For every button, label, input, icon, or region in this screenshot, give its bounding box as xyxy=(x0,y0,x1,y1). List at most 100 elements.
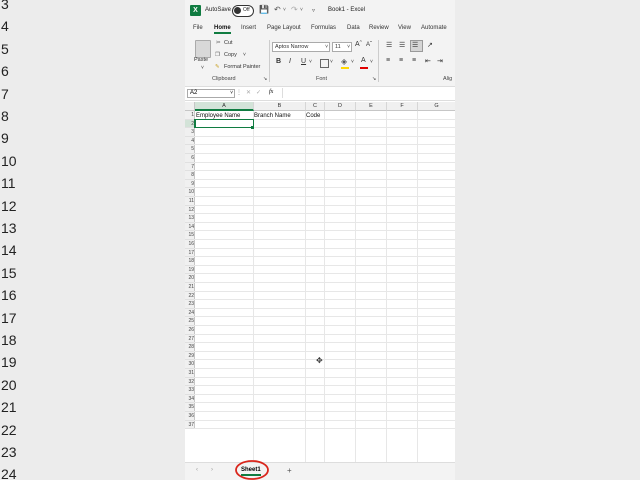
grid-line xyxy=(417,111,418,462)
cell-c1[interactable]: Code xyxy=(306,113,320,119)
font-name-value: Aptos Narrow xyxy=(275,44,309,50)
chevron-down-icon[interactable]: ˅ xyxy=(283,7,286,13)
ribbon-tabs: File Home Insert Page Layout Formulas Da… xyxy=(185,22,455,36)
insert-function-button[interactable]: fx xyxy=(269,89,273,95)
chevron-down-icon[interactable]: ˅ xyxy=(243,52,246,58)
orientation-icon[interactable]: ↗ xyxy=(427,41,433,49)
clipboard-paste-icon[interactable] xyxy=(195,40,211,58)
column-header-f[interactable]: F xyxy=(387,102,418,111)
chevron-down-icon[interactable]: ˅ xyxy=(330,59,333,65)
scroll-left-icon[interactable]: ‹ xyxy=(196,467,198,473)
name-box-value: A2 xyxy=(190,90,198,96)
align-right-icon[interactable]: ≡ xyxy=(412,57,416,64)
background-row-number: 16 xyxy=(1,287,17,304)
cut-button[interactable]: Cut xyxy=(224,40,233,46)
cancel-entry-icon[interactable]: ✕ xyxy=(246,89,251,96)
background-row-number: 24 xyxy=(1,466,17,480)
background-row-number: 21 xyxy=(1,399,17,416)
tab-data[interactable]: Data xyxy=(347,25,360,31)
column-header-b[interactable]: B xyxy=(254,102,306,111)
decrease-font-icon[interactable]: Aˇ xyxy=(366,42,372,48)
dialog-launcher-icon[interactable]: ↘ xyxy=(372,76,376,82)
align-bottom-button[interactable]: ☰ xyxy=(410,40,423,52)
italic-button[interactable]: I xyxy=(289,58,291,65)
tab-insert[interactable]: Insert xyxy=(241,25,256,31)
column-header-a[interactable]: A xyxy=(195,102,254,111)
font-name-dropdown[interactable]: Aptos Narrow ˅ xyxy=(272,42,330,52)
tab-page-layout[interactable]: Page Layout xyxy=(267,25,301,31)
background-row-number: 5 xyxy=(1,40,9,57)
tab-formulas[interactable]: Formulas xyxy=(311,25,336,31)
borders-icon[interactable] xyxy=(320,59,329,68)
confirm-entry-icon[interactable]: ✓ xyxy=(256,89,261,96)
background-left: 3 4 5 6 7 8 9 10 11 12 13 14 15 16 17 18 19 20 21 22 23 24 xyxy=(0,0,185,480)
formula-input[interactable] xyxy=(282,88,453,98)
paintbrush-icon[interactable]: ✎ xyxy=(215,64,220,70)
tab-review[interactable]: Review xyxy=(369,25,389,31)
chevron-down-icon[interactable]: ˅ xyxy=(300,7,303,13)
toggle-knob xyxy=(234,7,241,14)
chevron-down-icon[interactable]: ˅ xyxy=(201,65,204,71)
paste-label[interactable]: Paste xyxy=(194,57,208,63)
background-row-number: 11 xyxy=(1,175,16,192)
align-left-icon[interactable]: ≡ xyxy=(386,57,390,64)
active-cell-a2[interactable] xyxy=(194,119,254,128)
chevron-down-icon: ˅ xyxy=(347,44,350,50)
save-icon[interactable]: 💾 xyxy=(259,5,269,14)
align-center-icon[interactable]: ≡ xyxy=(399,57,403,64)
chevron-down-icon: ˅ xyxy=(230,90,233,96)
name-box[interactable]: A2 ˅ xyxy=(187,89,235,98)
select-all-corner[interactable] xyxy=(185,102,195,111)
bold-button[interactable]: B xyxy=(276,58,281,65)
chevron-down-icon[interactable]: ˅ xyxy=(370,59,373,65)
dialog-launcher-icon[interactable]: ↘ xyxy=(263,76,267,82)
tab-automate[interactable]: Automate xyxy=(421,25,447,31)
fill-color-icon[interactable]: ◈ xyxy=(341,57,347,66)
decrease-indent-icon[interactable]: ⇤ xyxy=(425,57,431,65)
font-group-label: Font xyxy=(316,76,328,82)
formula-bar: A2 ˅ ⋮ ✕ ✓ fx xyxy=(185,87,455,101)
excel-logo-icon: X xyxy=(190,5,201,16)
cell-b1[interactable]: Branch Name xyxy=(254,113,291,119)
background-row-number: 8 xyxy=(1,108,9,124)
background-row-number: 6 xyxy=(1,63,9,80)
column-header-c[interactable]: C xyxy=(306,102,325,111)
scroll-right-icon[interactable]: › xyxy=(211,467,213,473)
background-row-number: 23 xyxy=(1,444,17,460)
format-painter-button[interactable]: Format Painter xyxy=(224,64,260,70)
customize-toolbar-icon[interactable]: ▿ xyxy=(312,7,315,14)
align-top-icon[interactable]: ☰ xyxy=(386,41,392,49)
column-header-e[interactable]: E xyxy=(356,102,387,111)
grid-line xyxy=(386,111,387,462)
copy-button[interactable]: Copy xyxy=(224,52,237,58)
font-color-icon[interactable]: A xyxy=(361,57,366,64)
background-row-number: 15 xyxy=(1,264,17,281)
font-size-value: 11 xyxy=(335,44,341,50)
align-middle-icon[interactable]: ☰ xyxy=(399,41,405,49)
increase-font-icon[interactable]: Aˆ xyxy=(355,41,362,48)
copy-icon[interactable]: ❐ xyxy=(215,52,220,58)
more-options-icon[interactable]: ⋮ xyxy=(236,89,242,96)
worksheet-grid[interactable]: A B C D E F G 1 2 3 4 5 6 7 8 9 10 11 12 13 14 15 16 17 1… xyxy=(185,102,455,462)
tab-view[interactable]: View xyxy=(398,25,411,31)
chevron-down-icon[interactable]: ˅ xyxy=(351,59,354,65)
tab-home[interactable]: Home xyxy=(214,25,231,34)
autosave-toggle[interactable]: Off xyxy=(232,5,254,17)
underline-button[interactable]: U xyxy=(301,58,306,65)
redo-icon[interactable]: ↷ xyxy=(291,5,298,14)
background-row-number: 17 xyxy=(1,309,17,326)
ribbon-home: Paste ˅ ✂ Cut ❐ Copy ˅ ✎ Format Painter … xyxy=(185,36,455,87)
undo-icon[interactable]: ↶ xyxy=(274,5,281,14)
tab-file[interactable]: File xyxy=(193,25,203,31)
increase-indent-icon[interactable]: ⇥ xyxy=(437,57,443,65)
background-row-number: 7 xyxy=(1,85,9,102)
scissors-icon[interactable]: ✂ xyxy=(216,40,221,46)
add-sheet-icon[interactable]: + xyxy=(287,466,292,475)
column-header-g[interactable]: G xyxy=(418,102,455,111)
title-bar: X AutoSave Off 💾 ↶ ˅ ↷ ˅ ▿ Book1 - Excel xyxy=(185,0,455,22)
font-size-dropdown[interactable]: 11 ˅ xyxy=(332,42,352,52)
excel-window: X AutoSave Off 💾 ↶ ˅ ↷ ˅ ▿ Book1 - Excel… xyxy=(185,0,455,480)
chevron-down-icon[interactable]: ˅ xyxy=(309,59,312,65)
column-header-d[interactable]: D xyxy=(325,102,356,111)
fill-handle[interactable] xyxy=(251,126,254,129)
